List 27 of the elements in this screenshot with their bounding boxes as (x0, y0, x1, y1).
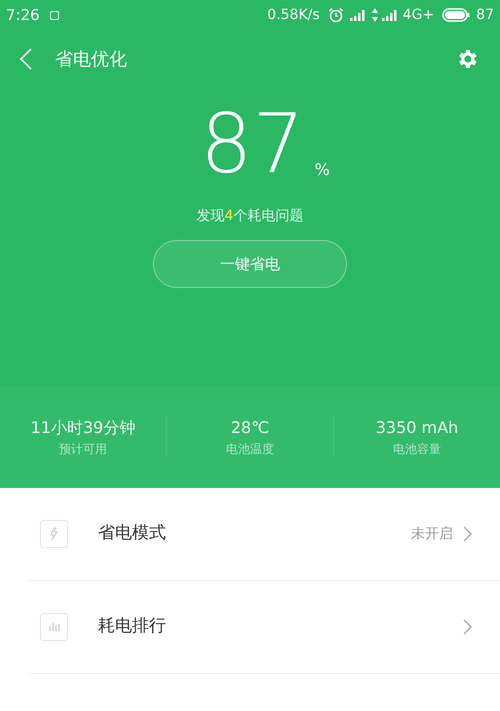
status-time: 7:26 (6, 4, 40, 26)
menu-item-title: 省电模式 (98, 522, 166, 546)
menu-item[interactable]: 耗电排行 (28, 581, 500, 674)
menu-item[interactable]: 省电模式 未开启 (28, 488, 500, 581)
stat-value: 28℃ (230, 417, 270, 439)
battery-score: 87 (200, 104, 305, 186)
chevron-icon (463, 526, 472, 542)
alarm-icon (328, 7, 344, 23)
stat-value: 11小时39分钟 (30, 417, 136, 439)
lightning-icon (40, 520, 68, 548)
page-title: 省电优化 (55, 48, 127, 72)
battery-percent: 87 (476, 6, 494, 24)
stat-label: 电池温度 (226, 441, 274, 458)
notification-icon (50, 10, 59, 20)
chevron-icon (463, 619, 472, 635)
percent-unit: % (314, 159, 330, 181)
battery-icon (442, 8, 470, 22)
bar-chart-icon (40, 613, 68, 641)
data-arrows-icon (372, 8, 378, 22)
menu-item-title: 耗电排行 (98, 615, 166, 638)
issues-text: 发现4个耗电问题 (196, 207, 304, 226)
menu-item-status: 未开启 (411, 524, 453, 544)
network-type: 4G+ (402, 6, 434, 24)
stat-value: 3350 mAh (376, 417, 458, 439)
network-speed: 0.58K/s (267, 6, 320, 24)
stat-label: 预计可用 (59, 441, 107, 458)
stat-label: 电池容量 (393, 441, 441, 458)
